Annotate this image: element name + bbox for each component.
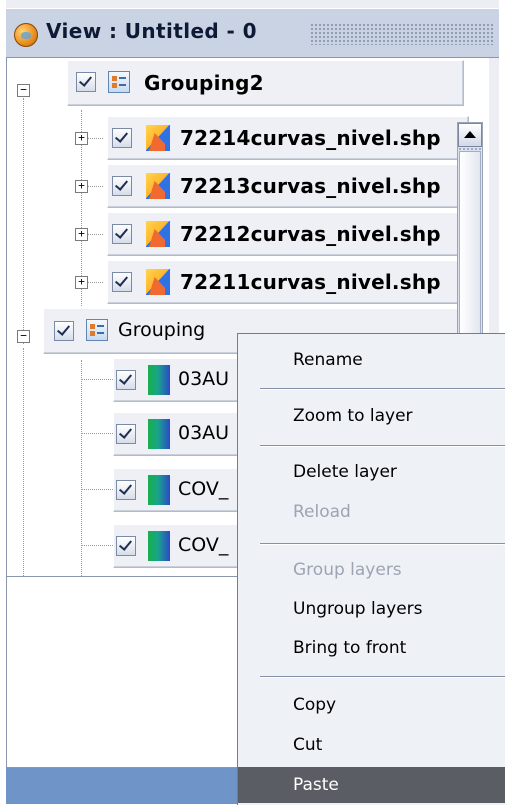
menu-item-zoom-to-layer[interactable]: Zoom to layer	[238, 398, 505, 434]
layer-label: 72214curvas_nivel.shp	[180, 126, 441, 150]
titlebar-grip[interactable]	[310, 23, 494, 45]
vector-layer-icon	[146, 269, 170, 295]
layer-checkbox[interactable]	[112, 272, 132, 292]
expand-toggle-layer-2[interactable]: +	[75, 180, 88, 193]
view-titlebar[interactable]: View : Untitled - 0	[6, 8, 499, 58]
layer-checkbox[interactable]	[112, 128, 132, 148]
tree-node-layer-72211[interactable]: 72211curvas_nivel.shp	[107, 260, 469, 304]
layer-label: COV_	[178, 534, 229, 556]
layer-label: COV_	[178, 478, 229, 500]
layer-checkbox[interactable]	[112, 176, 132, 196]
tree-node-layer-72213[interactable]: 72213curvas_nivel.shp	[107, 164, 469, 208]
tree-node-layer-72212[interactable]: 72212curvas_nivel.shp	[107, 212, 469, 256]
grouping-label: Grouping	[118, 319, 206, 341]
layer-label: 72211curvas_nivel.shp	[180, 270, 441, 294]
layer-label: 72212curvas_nivel.shp	[180, 222, 441, 246]
vector-layer-icon	[146, 125, 170, 151]
expand-toggle-layer-4[interactable]: +	[75, 276, 88, 289]
expand-toggle-layer-1[interactable]: +	[75, 132, 88, 145]
layer-checkbox[interactable]	[116, 424, 136, 444]
layer-label: 72213curvas_nivel.shp	[180, 174, 441, 198]
grouping2-label: Grouping2	[144, 71, 264, 95]
layer-label: 03AU	[178, 422, 230, 444]
tree-node-layer-72214[interactable]: 72214curvas_nivel.shp	[107, 116, 469, 160]
vector-layer-icon	[146, 173, 170, 199]
layer-checkbox[interactable]	[116, 536, 136, 556]
menu-item-rename[interactable]: Rename	[238, 342, 505, 378]
raster-layer-icon	[148, 531, 170, 561]
menu-separator	[260, 676, 505, 678]
raster-layer-icon	[148, 475, 170, 505]
menu-separator	[260, 388, 505, 390]
grouping-checkbox[interactable]	[54, 321, 74, 341]
menu-item-copy[interactable]: Copy	[238, 687, 505, 723]
scroll-up-arrow-icon[interactable]	[458, 123, 482, 147]
menu-item-group-layers[interactable]: Group layers	[238, 552, 505, 588]
raster-layer-icon	[148, 365, 170, 395]
expand-toggle-layer-3[interactable]: +	[75, 228, 88, 241]
layer-label: 03AU	[178, 368, 230, 390]
menu-item-ungroup-layers[interactable]: Ungroup layers	[238, 591, 505, 627]
view-globe-icon	[14, 23, 38, 47]
layer-group-icon	[108, 71, 130, 93]
view-title: View : Untitled - 0	[46, 19, 257, 43]
menu-separator	[260, 445, 505, 447]
menu-separator	[260, 543, 505, 545]
menu-item-delete-layer[interactable]: Delete layer	[238, 454, 505, 490]
collapse-toggle-grouping2[interactable]: −	[17, 84, 30, 97]
layer-checkbox[interactable]	[116, 370, 136, 390]
menu-item-reload[interactable]: Reload	[238, 494, 505, 530]
menu-item-cut[interactable]: Cut	[238, 727, 505, 763]
layer-checkbox[interactable]	[112, 224, 132, 244]
vector-layer-icon	[146, 221, 170, 247]
menu-item-bring-to-front[interactable]: Bring to front	[238, 630, 505, 666]
tree-node-grouping2[interactable]: Grouping2	[67, 60, 464, 106]
layer-context-menu: Rename Zoom to layer Delete layer Reload…	[237, 333, 505, 805]
layer-group-icon	[86, 319, 108, 341]
menu-item-paste[interactable]: Paste	[238, 767, 505, 803]
collapse-toggle-grouping[interactable]: −	[17, 330, 30, 343]
raster-layer-icon	[148, 419, 170, 449]
grouping2-checkbox[interactable]	[76, 72, 96, 92]
layer-checkbox[interactable]	[116, 480, 136, 500]
